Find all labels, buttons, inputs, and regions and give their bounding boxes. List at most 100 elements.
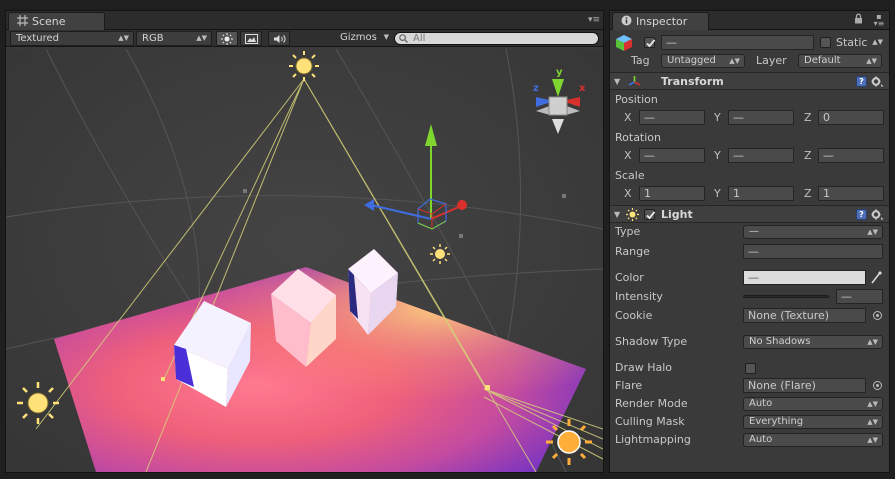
rotation-row: X — Y — Z — <box>610 147 889 165</box>
tag-label: Tag <box>631 54 650 67</box>
updown-arrow-icon: ▲▼ <box>729 57 740 65</box>
object-picker-icon[interactable] <box>873 311 882 320</box>
updown-arrow-icon: ▲▼ <box>867 418 878 426</box>
layer-value: Default <box>804 55 841 66</box>
object-name-field[interactable]: — <box>661 35 814 50</box>
culling-mask-value: Everything <box>749 416 804 427</box>
light-header[interactable]: ▼ Light ? <box>610 205 889 223</box>
eyedropper-icon[interactable] <box>869 270 883 285</box>
flare-row: Flare None (Flare) <box>610 377 889 395</box>
updown-arrow-icon: ▲▼ <box>867 228 878 236</box>
tab-inspector[interactable]: Inspector <box>612 12 709 30</box>
rotation-x-field[interactable]: — <box>639 148 705 163</box>
scene-panel: Scene ▾≡ Textured ▲▼ RGB ▲▼ Gizmos ▼ All… <box>5 10 604 473</box>
checkmark-icon <box>646 211 656 220</box>
scene-toolbar: Textured ▲▼ RGB ▲▼ Gizmos ▼ All <box>6 30 603 47</box>
grid-icon <box>17 15 28 26</box>
lightmapping-dropdown[interactable]: Auto ▲▼ <box>743 433 883 447</box>
position-y-field[interactable]: — <box>728 110 794 125</box>
scale-row: X 1 Y 1 Z 1 <box>610 185 889 203</box>
scene-lighting-toggle[interactable] <box>216 31 238 46</box>
shadow-type-dropdown[interactable]: No Shadows ▲▼ <box>743 335 883 349</box>
scale-z-field[interactable]: 1 <box>818 186 884 201</box>
culling-mask-label: Culling Mask <box>615 415 685 428</box>
culling-mask-dropdown[interactable]: Everything ▲▼ <box>743 415 883 429</box>
shadow-type-value: No Shadows <box>749 336 811 347</box>
object-active-checkbox[interactable] <box>644 37 656 48</box>
color-mode-dropdown[interactable]: RGB ▲▼ <box>136 31 212 46</box>
updown-arrow-icon: ▲▼ <box>196 34 207 42</box>
axis-y-label: Y <box>714 111 721 124</box>
scene-tabbar: Scene ▾≡ <box>6 11 603 30</box>
foldout-arrow-icon[interactable]: ▼ <box>614 210 620 219</box>
object-picker-icon[interactable] <box>873 381 882 390</box>
position-z-field[interactable]: 0 <box>818 110 884 125</box>
scene-image-toggle[interactable] <box>240 31 262 46</box>
axis-x-label: X <box>624 149 632 162</box>
light-cookie-field[interactable]: None (Texture) <box>743 308 866 323</box>
lightmapping-row: Lightmapping Auto ▲▼ <box>610 431 889 449</box>
tag-dropdown[interactable]: Untagged ▲▼ <box>661 54 745 68</box>
point-light-icon[interactable] <box>430 244 450 264</box>
light-range-label: Range <box>615 245 650 258</box>
light-shadow-row: Shadow Type No Shadows ▲▼ <box>610 333 889 351</box>
draw-halo-checkbox[interactable] <box>745 363 756 374</box>
position-x-field[interactable]: — <box>639 110 705 125</box>
gear-icon[interactable] <box>871 75 884 88</box>
updown-arrow-icon: ▲▼ <box>872 38 883 46</box>
static-dropdown-arrow[interactable]: ▲▼ <box>871 36 885 50</box>
flare-label: Flare <box>615 379 643 392</box>
scale-x-field[interactable]: 1 <box>639 186 705 201</box>
draw-halo-row: Draw Halo <box>610 359 889 377</box>
image-icon <box>244 33 258 44</box>
help-icon[interactable]: ? <box>856 209 867 220</box>
scene-search-input[interactable]: All <box>394 32 599 45</box>
gear-icon[interactable] <box>871 208 884 221</box>
light-enabled-checkbox[interactable] <box>644 209 656 220</box>
transform-header[interactable]: ▼ Transform ? <box>610 72 889 90</box>
light-render-mode-dropdown[interactable]: Auto ▲▼ <box>743 397 883 411</box>
light-intensity-field[interactable]: — <box>836 289 883 304</box>
tab-scene-label: Scene <box>32 15 66 28</box>
scale-y-field[interactable]: 1 <box>728 186 794 201</box>
gizmos-label: Gizmos <box>340 32 377 43</box>
tag-layer-row: Tag Untagged ▲▼ Layer Default ▲▼ <box>610 52 889 70</box>
rotation-y-field[interactable]: — <box>728 148 794 163</box>
updown-arrow-icon: ▲▼ <box>867 436 878 444</box>
light-type-value: — <box>749 226 759 237</box>
rotation-z-field[interactable]: — <box>818 148 884 163</box>
inspector-tab-menu-icon[interactable]: ▪ ▾≡ <box>873 13 885 28</box>
inspector-panel: Inspector ▪ ▾≡ — Static ▲▼ Tag Untagged … <box>609 10 890 473</box>
scene-viewport[interactable]: y z x <box>6 49 603 472</box>
axis-y-label: Y <box>714 149 721 162</box>
tab-scene[interactable]: Scene <box>8 12 105 30</box>
light-type-dropdown[interactable]: — ▲▼ <box>743 225 883 239</box>
scene-audio-toggle[interactable] <box>268 31 290 46</box>
gizmos-dropdown[interactable]: Gizmos ▼ <box>335 31 389 46</box>
layer-dropdown[interactable]: Default ▲▼ <box>798 54 882 68</box>
scale-label-row: Scale <box>610 167 889 185</box>
scene-render[interactable]: y z x <box>6 49 603 472</box>
render-mode-row: Render Mode Auto ▲▼ <box>610 395 889 413</box>
position-label: Position <box>615 93 658 106</box>
light-range-field[interactable]: — <box>743 244 883 259</box>
scene-search-placeholder: All <box>413 33 426 44</box>
light-intensity-row: Intensity — <box>610 288 889 306</box>
static-checkbox[interactable] <box>820 37 831 48</box>
help-icon[interactable]: ? <box>856 76 867 87</box>
foldout-arrow-icon[interactable]: ▼ <box>614 77 620 86</box>
light-intensity-slider[interactable] <box>743 295 829 298</box>
light-color-row: Color — <box>610 269 889 287</box>
render-mode-dropdown[interactable]: Textured ▲▼ <box>10 31 134 46</box>
updown-arrow-icon: ▲▼ <box>118 34 129 42</box>
flare-field[interactable]: None (Flare) <box>743 378 866 393</box>
static-label: Static <box>836 36 868 49</box>
light-color-field[interactable]: — <box>743 270 866 285</box>
lock-icon[interactable] <box>854 13 863 24</box>
info-icon <box>621 15 632 26</box>
tab-inspector-label: Inspector <box>636 15 688 28</box>
scene-tab-menu-icon[interactable]: ▾≡ <box>588 14 600 26</box>
scale-label: Scale <box>615 169 645 182</box>
light-title: Light <box>661 208 693 221</box>
rotation-label: Rotation <box>615 131 662 144</box>
